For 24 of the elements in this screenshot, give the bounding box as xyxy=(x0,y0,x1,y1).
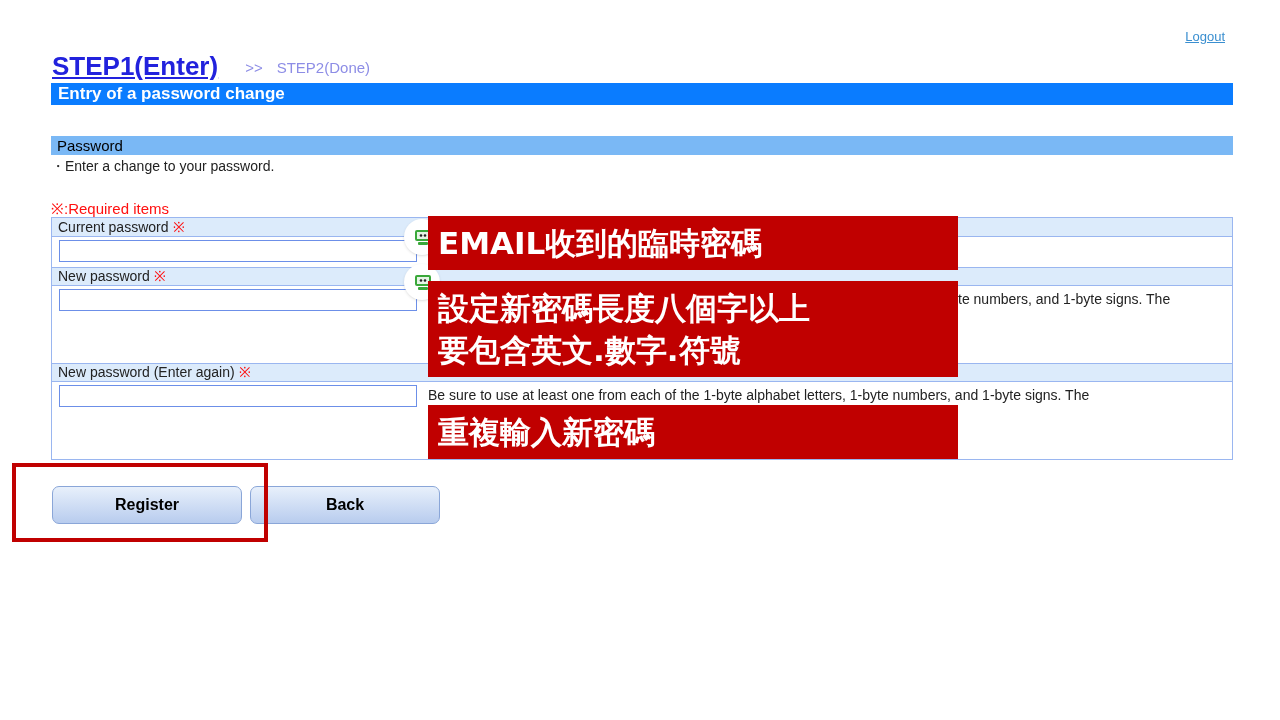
password-field[interactable] xyxy=(59,289,417,311)
password-field[interactable] xyxy=(59,385,417,407)
section-header: Password xyxy=(51,136,1233,155)
annotation-text: 重複輸入新密碼 xyxy=(438,413,656,452)
register-button[interactable]: Register xyxy=(52,486,242,524)
field-label: New password xyxy=(58,267,150,286)
step-link[interactable]: STEP1(Enter) xyxy=(52,49,219,83)
step-separator: >> xyxy=(245,57,263,78)
annotation-text: 要包含英文.數字.符號 xyxy=(438,331,742,370)
password-hint: te numbers, and 1-byte signs. The xyxy=(958,290,1171,309)
back-button[interactable]: Back xyxy=(250,486,440,524)
field-label: Current password xyxy=(58,217,169,237)
annotation-text: 設定新密碼長度八個字以上 xyxy=(438,289,811,328)
required-note: ※:Required items xyxy=(51,199,171,217)
required-mark: ※ xyxy=(238,363,251,382)
required-mark: ※ xyxy=(172,217,185,237)
annotation-text: EMAIL收到的臨時密碼 xyxy=(438,224,764,263)
password-hint: Be sure to use at least one from each of the 1-byte alphabet letters, 1-byte numbers, and 1-byte signs. The xyxy=(428,386,1090,405)
field-label: New password (Enter again) xyxy=(58,363,235,382)
required-mark: ※ xyxy=(153,267,166,286)
section-description: ・Enter a change to your password. xyxy=(51,157,276,175)
title-bar: Entry of a password change xyxy=(51,83,1233,105)
logout-link[interactable]: Logout xyxy=(1185,28,1225,46)
password-field[interactable] xyxy=(59,240,417,262)
